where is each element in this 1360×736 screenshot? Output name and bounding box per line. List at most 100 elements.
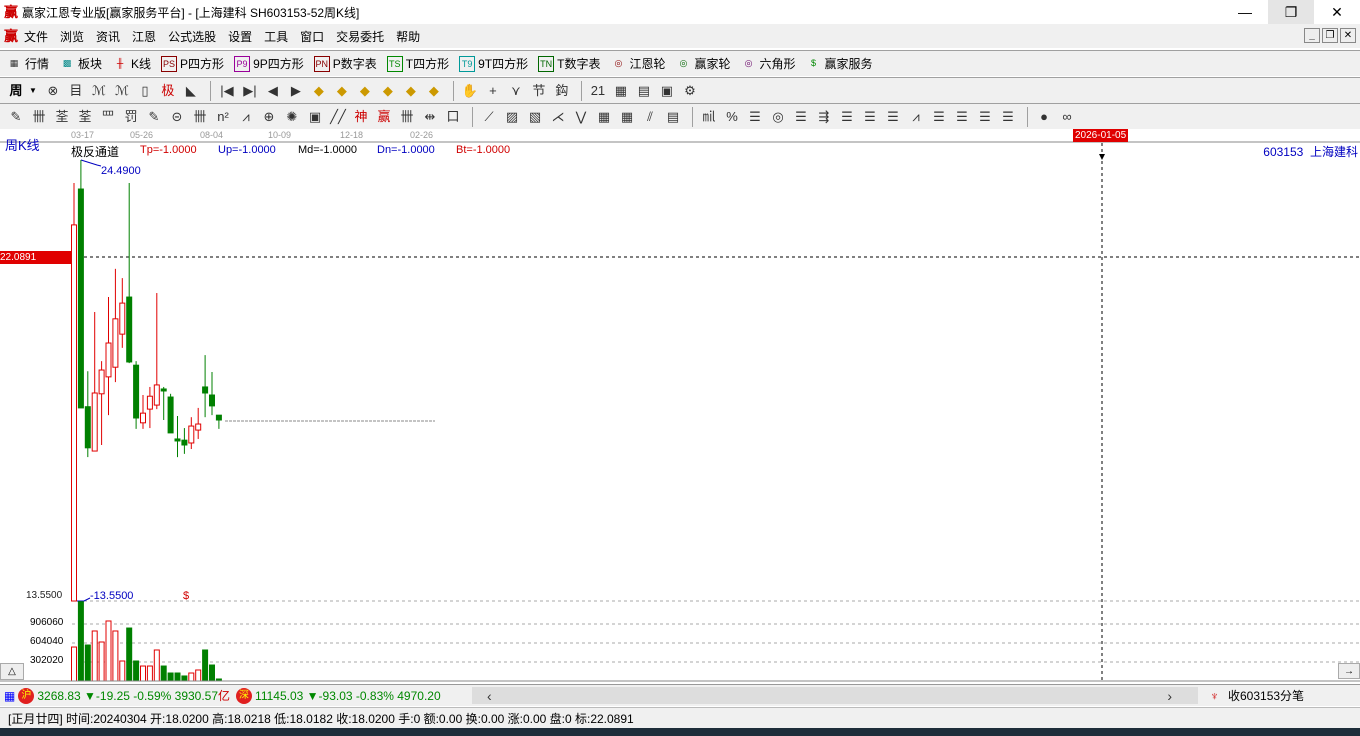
tool-icon[interactable]: ℳ — [112, 82, 132, 100]
tool-icon[interactable]: ⋌ — [548, 108, 568, 126]
toolbar-button[interactable]: ◎ 江恩轮 — [610, 55, 666, 72]
menu-item[interactable]: 资讯 — [96, 28, 120, 45]
tool-icon[interactable]: ☰ — [745, 108, 765, 126]
toolbar-button[interactable]: T9 9T四方形 — [459, 55, 528, 72]
menu-item[interactable]: 浏览 — [60, 28, 84, 45]
tool-icon[interactable]: ⋎ — [506, 82, 526, 100]
tool-icon[interactable]: ▯ — [135, 82, 155, 100]
tool-icon[interactable]: ⊗ — [43, 82, 63, 100]
tool-icon[interactable]: ⟋ — [479, 108, 499, 126]
tool-icon[interactable]: ✺ — [282, 108, 302, 126]
tool-icon[interactable]: ☰ — [883, 108, 903, 126]
tool-icon[interactable]: 极 — [158, 82, 178, 100]
tool-icon[interactable]: 卌 — [29, 108, 49, 126]
tool-icon[interactable]: ▨ — [502, 108, 522, 126]
tool-icon[interactable]: 荃 — [75, 108, 95, 126]
tool-icon[interactable]: ▶| — [240, 82, 260, 100]
tool-icon[interactable]: ◆ — [424, 82, 444, 100]
tool-icon[interactable]: ◆ — [332, 82, 352, 100]
mdi-restore-button[interactable]: ❐ — [1322, 28, 1338, 43]
tool-icon[interactable]: + — [483, 82, 503, 100]
toolbar-button[interactable]: ▩ 板块 — [59, 55, 102, 72]
mdi-minimize-button[interactable]: _ — [1304, 28, 1320, 43]
tool-icon[interactable]: 卌 — [190, 108, 210, 126]
tool-icon[interactable]: ◆ — [401, 82, 421, 100]
tool-icon[interactable]: ▦ — [594, 108, 614, 126]
tool-icon[interactable]: ☰ — [929, 108, 949, 126]
tool-icon[interactable]: 神 — [351, 108, 371, 126]
tool-icon[interactable]: ☰ — [952, 108, 972, 126]
tool-icon[interactable]: ◣ — [181, 82, 201, 100]
tool-icon[interactable]: ☰ — [837, 108, 857, 126]
menu-item[interactable]: 工具 — [264, 28, 288, 45]
tool-icon[interactable]: ▣ — [657, 82, 677, 100]
tool-icon[interactable]: ✎ — [6, 108, 26, 126]
tool-icon[interactable]: ⋁ — [571, 108, 591, 126]
tool-icon[interactable]: ⚙ — [680, 82, 700, 100]
menu-item[interactable]: 设置 — [228, 28, 252, 45]
tool-icon[interactable]: ▦ — [611, 82, 631, 100]
toolbar-button[interactable]: $ 赢家服务 — [806, 55, 873, 72]
tool-icon[interactable]: 节 — [529, 82, 549, 100]
tool-icon[interactable]: ⊝ — [167, 108, 187, 126]
tool-icon[interactable]: 口 — [443, 108, 463, 126]
toolbar-button[interactable]: ◎ 赢家轮 — [675, 55, 731, 72]
tool-icon[interactable]: ⇶ — [814, 108, 834, 126]
tool-icon[interactable]: ◆ — [378, 82, 398, 100]
tool-icon[interactable]: ⇹ — [420, 108, 440, 126]
tool-icon[interactable]: ⩘ — [236, 108, 256, 126]
minimize-button[interactable]: — — [1222, 0, 1268, 24]
tool-icon[interactable]: % — [722, 108, 742, 126]
tool-icon[interactable]: 赢 — [374, 108, 394, 126]
tool-icon[interactable]: ☰ — [791, 108, 811, 126]
tool-icon[interactable]: 目 — [66, 82, 86, 100]
tool-icon[interactable]: ▧ — [525, 108, 545, 126]
period-select[interactable]: 周 — [6, 82, 26, 100]
tool-icon[interactable]: ▤ — [663, 108, 683, 126]
tool-icon[interactable]: ℳ — [89, 82, 109, 100]
tool-icon[interactable]: 卌 — [397, 108, 417, 126]
tool-icon[interactable]: ⫽ — [640, 108, 660, 126]
toolbar-button[interactable]: TS T四方形 — [386, 55, 449, 72]
tool-icon[interactable]: ● — [1034, 108, 1054, 126]
tool-icon[interactable]: ◆ — [309, 82, 329, 100]
restore-button[interactable]: ❐ — [1268, 0, 1314, 24]
tool-icon[interactable]: ☰ — [975, 108, 995, 126]
toolbar-button[interactable]: PS P四方形 — [161, 55, 224, 72]
tool-icon[interactable]: ╱╱ — [328, 108, 348, 126]
tool-icon[interactable]: 荃 — [52, 108, 72, 126]
close-button[interactable]: ✕ — [1314, 0, 1360, 24]
menu-item[interactable]: 窗口 — [300, 28, 324, 45]
mdi-close-button[interactable]: ✕ — [1340, 28, 1356, 43]
menu-item[interactable]: 公式选股 — [168, 28, 216, 45]
tool-icon[interactable]: ☰ — [998, 108, 1018, 126]
tool-icon[interactable]: ▣ — [305, 108, 325, 126]
tool-icon[interactable]: ☰ — [860, 108, 880, 126]
tool-icon[interactable]: ㏕ — [699, 108, 719, 126]
toolbar-button[interactable]: ▦ 行情 — [6, 55, 49, 72]
toolbar-button[interactable]: ◎ 六角形 — [741, 55, 796, 72]
tool-icon[interactable]: ◆ — [355, 82, 375, 100]
grid-icon[interactable]: ▦ — [4, 689, 15, 703]
tool-icon[interactable]: ▦ — [617, 108, 637, 126]
menu-item[interactable]: 文件 — [24, 28, 48, 45]
tool-icon[interactable]: ◎ — [768, 108, 788, 126]
tool-icon[interactable]: ✋ — [460, 82, 480, 100]
tool-icon[interactable]: |◀ — [217, 82, 237, 100]
tool-icon[interactable]: 罚 — [121, 108, 141, 126]
menu-item[interactable]: 交易委托 — [336, 28, 384, 45]
tool-icon[interactable]: ▤ — [634, 82, 654, 100]
tool-icon[interactable]: ⩘ — [906, 108, 926, 126]
kline-chart[interactable]: 周K线 极反通道 2026-01-05 603153 上海建科 24.4900 … — [0, 129, 1360, 682]
scroll-right-button[interactable]: → — [1338, 663, 1360, 679]
tool-icon[interactable]: 21 — [588, 82, 608, 100]
tool-icon[interactable]: ⊕ — [259, 108, 279, 126]
tool-icon[interactable]: n² — [213, 108, 233, 126]
tool-icon[interactable]: ▶ — [286, 82, 306, 100]
scroll-left-button[interactable]: ‹ — [487, 688, 492, 704]
tool-icon[interactable]: ∞ — [1057, 108, 1077, 126]
toolbar-button[interactable]: PN P数字表 — [313, 55, 377, 72]
toolbar-button[interactable]: P9 9P四方形 — [234, 55, 304, 72]
ticker-scrollbar[interactable]: ‹ › — [472, 687, 1198, 704]
tool-icon[interactable]: ◀ — [263, 82, 283, 100]
